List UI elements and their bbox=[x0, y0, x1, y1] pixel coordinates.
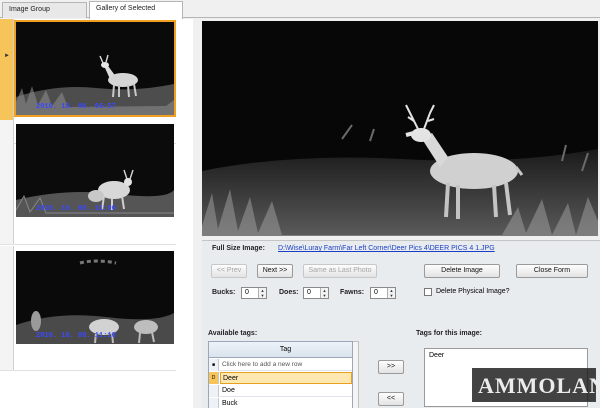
next-button[interactable]: Next >> bbox=[257, 264, 293, 278]
photo-timestamp: 2010. 10. 08. 11:06 bbox=[36, 205, 116, 213]
delete-physical-image-label: Delete Physical Image? bbox=[436, 288, 510, 295]
same-as-last-photo-button[interactable]: Same as Last Photo bbox=[303, 264, 377, 278]
gallery-row[interactable]: 2010. 10. 08. 11:10 bbox=[0, 246, 193, 371]
deer-photo-icon bbox=[202, 21, 598, 236]
tags-grid-scrollbar[interactable] bbox=[353, 341, 359, 408]
deer-photo-icon bbox=[16, 124, 174, 217]
does-stepper[interactable]: 0 ▲ ▼ bbox=[303, 287, 329, 299]
spin-arrows-icon[interactable]: ▲ ▼ bbox=[387, 288, 395, 298]
gallery-scrollbar[interactable] bbox=[176, 19, 193, 408]
watermark-text: AMMOLAND bbox=[478, 373, 600, 398]
row-header[interactable] bbox=[209, 385, 219, 397]
tag-row[interactable]: Buck bbox=[220, 398, 352, 408]
row-edit-marker: D bbox=[209, 372, 219, 384]
tag-row[interactable]: Deer bbox=[220, 372, 352, 384]
add-new-row-hint[interactable]: Click here to add a new row bbox=[220, 359, 352, 371]
row-pointer-icon: ► bbox=[4, 53, 10, 59]
thumbnail-image[interactable]: 2010. 10. 08. 11:10 bbox=[16, 251, 174, 344]
gallery-row[interactable]: 2010. 10. 08. 11:06 bbox=[0, 120, 193, 245]
gallery-row-header[interactable] bbox=[0, 120, 14, 244]
thumbnail-gallery: ► 2010. 10. 08. 06:57 2010. 10. 08. 11:0… bbox=[0, 19, 193, 408]
full-size-photo bbox=[202, 21, 598, 236]
thumbnail-image[interactable]: 2010. 10. 08. 06:57 bbox=[14, 20, 176, 117]
fawns-label: Fawns: bbox=[340, 289, 365, 296]
tab-image-group-selection[interactable]: Image Group Selection bbox=[2, 2, 87, 27]
does-value: 0 bbox=[307, 289, 311, 296]
spin-arrows-icon[interactable]: ▲ ▼ bbox=[258, 288, 266, 298]
tag-column-header[interactable]: Tag bbox=[209, 342, 352, 358]
bucks-label: Bucks: bbox=[212, 289, 236, 296]
spin-arrows-icon[interactable]: ▲ ▼ bbox=[320, 288, 328, 298]
add-tag-button[interactable]: >> bbox=[378, 360, 404, 374]
fawns-stepper[interactable]: 0 ▲ ▼ bbox=[370, 287, 396, 299]
ammoland-watermark-logo: AMMOLAND bbox=[472, 368, 600, 402]
bucks-value: 0 bbox=[245, 289, 249, 296]
available-tags-grid: Tag ■ Click here to add a new row D Deer… bbox=[208, 341, 353, 408]
tag-row[interactable]: Doe bbox=[220, 385, 352, 397]
row-header[interactable] bbox=[209, 398, 219, 408]
photo-timestamp: 2010. 10. 08. 06:57 bbox=[36, 103, 116, 111]
remove-tag-button[interactable]: << bbox=[378, 392, 404, 406]
tab-gallery-of-selected-images[interactable]: Gallery of Selected Images bbox=[89, 1, 183, 26]
assigned-tag[interactable]: Deer bbox=[429, 352, 583, 359]
tags-for-image-label: Tags for this image: bbox=[416, 330, 482, 337]
gallery-row-header[interactable] bbox=[0, 246, 14, 370]
main-area: Full Size Image: D:\Wise\Luray Farm\Far … bbox=[201, 19, 600, 408]
full-size-image-link[interactable]: D:\Wise\Luray Farm\Far Left Corner\Deer … bbox=[278, 245, 495, 252]
tab-bar: Image Group Selection Gallery of Selecte… bbox=[0, 0, 600, 27]
deer-photo-icon bbox=[16, 22, 174, 115]
delete-physical-image-checkbox[interactable] bbox=[424, 288, 432, 296]
bucks-stepper[interactable]: 0 ▲ ▼ bbox=[241, 287, 267, 299]
does-label: Does: bbox=[279, 289, 299, 296]
fawns-value: 0 bbox=[374, 289, 378, 296]
prev-button[interactable]: << Prev bbox=[211, 264, 247, 278]
available-tags-label: Available tags: bbox=[208, 330, 258, 337]
thumbnail-image[interactable]: 2010. 10. 08. 11:06 bbox=[16, 124, 174, 217]
deer-photo-icon bbox=[16, 251, 174, 344]
close-form-button[interactable]: Close Form bbox=[516, 264, 588, 278]
photo-timestamp: 2010. 10. 08. 11:10 bbox=[36, 332, 116, 340]
new-row-icon: ■ bbox=[209, 359, 219, 371]
full-size-image-label: Full Size Image: bbox=[212, 245, 265, 252]
delete-image-button[interactable]: Delete Image bbox=[424, 264, 500, 278]
